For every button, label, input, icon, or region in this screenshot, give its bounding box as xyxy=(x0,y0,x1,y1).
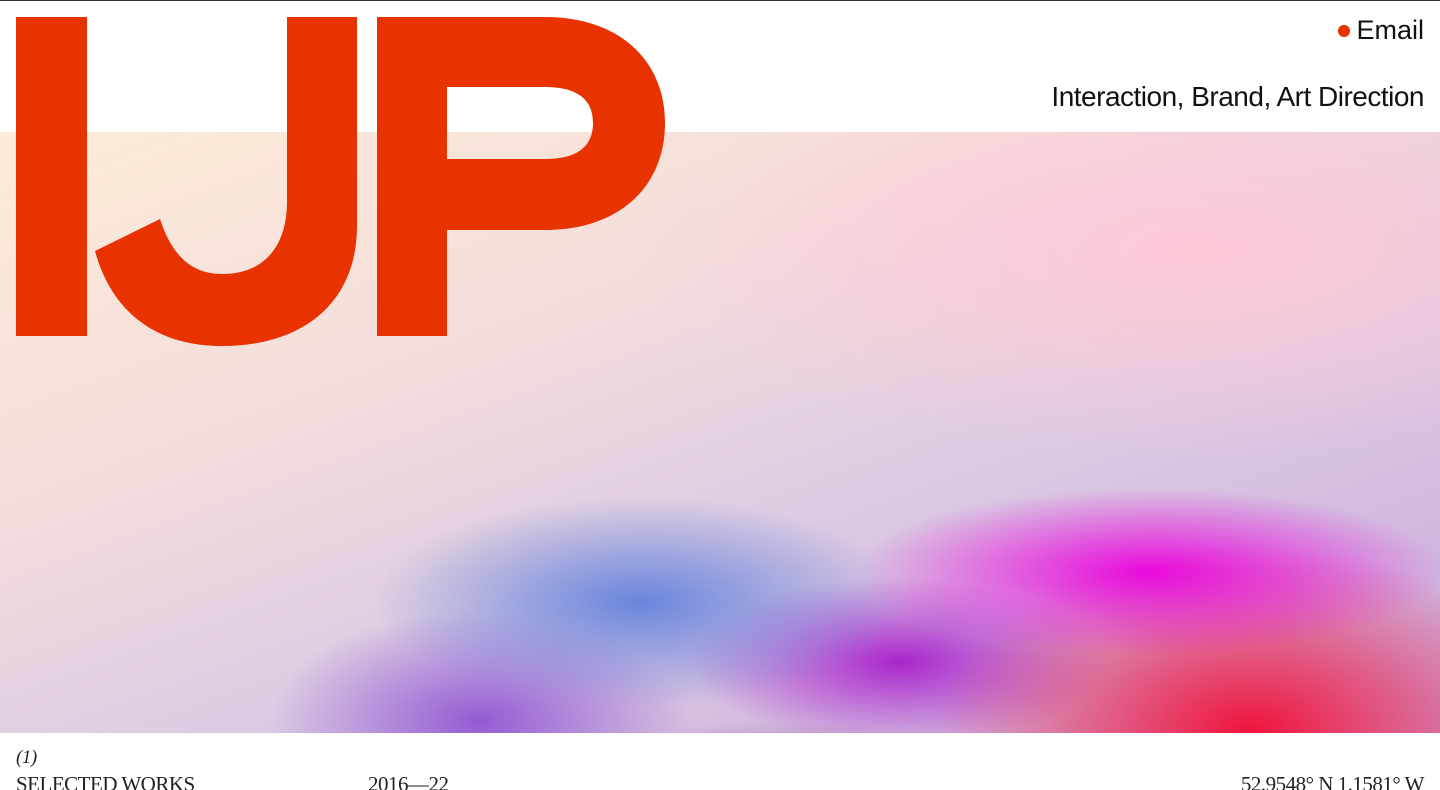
dot-icon xyxy=(1338,24,1351,37)
section-title: SELECTED WORKS xyxy=(16,772,195,790)
section-index: (1) xyxy=(16,747,37,768)
services-tagline: Interaction, Brand, Art Direction xyxy=(1051,81,1424,112)
coordinates: 52.9548° N 1.1581° W xyxy=(1240,772,1425,790)
email-label: Email xyxy=(1356,15,1424,45)
logo-letter-j xyxy=(95,17,357,346)
years-range: 2016—22 xyxy=(368,772,449,790)
email-link[interactable]: Email xyxy=(1338,15,1424,46)
logo-letter-p xyxy=(377,17,665,336)
logo-letter-i xyxy=(16,17,87,336)
ijp-logo[interactable] xyxy=(0,1,680,351)
